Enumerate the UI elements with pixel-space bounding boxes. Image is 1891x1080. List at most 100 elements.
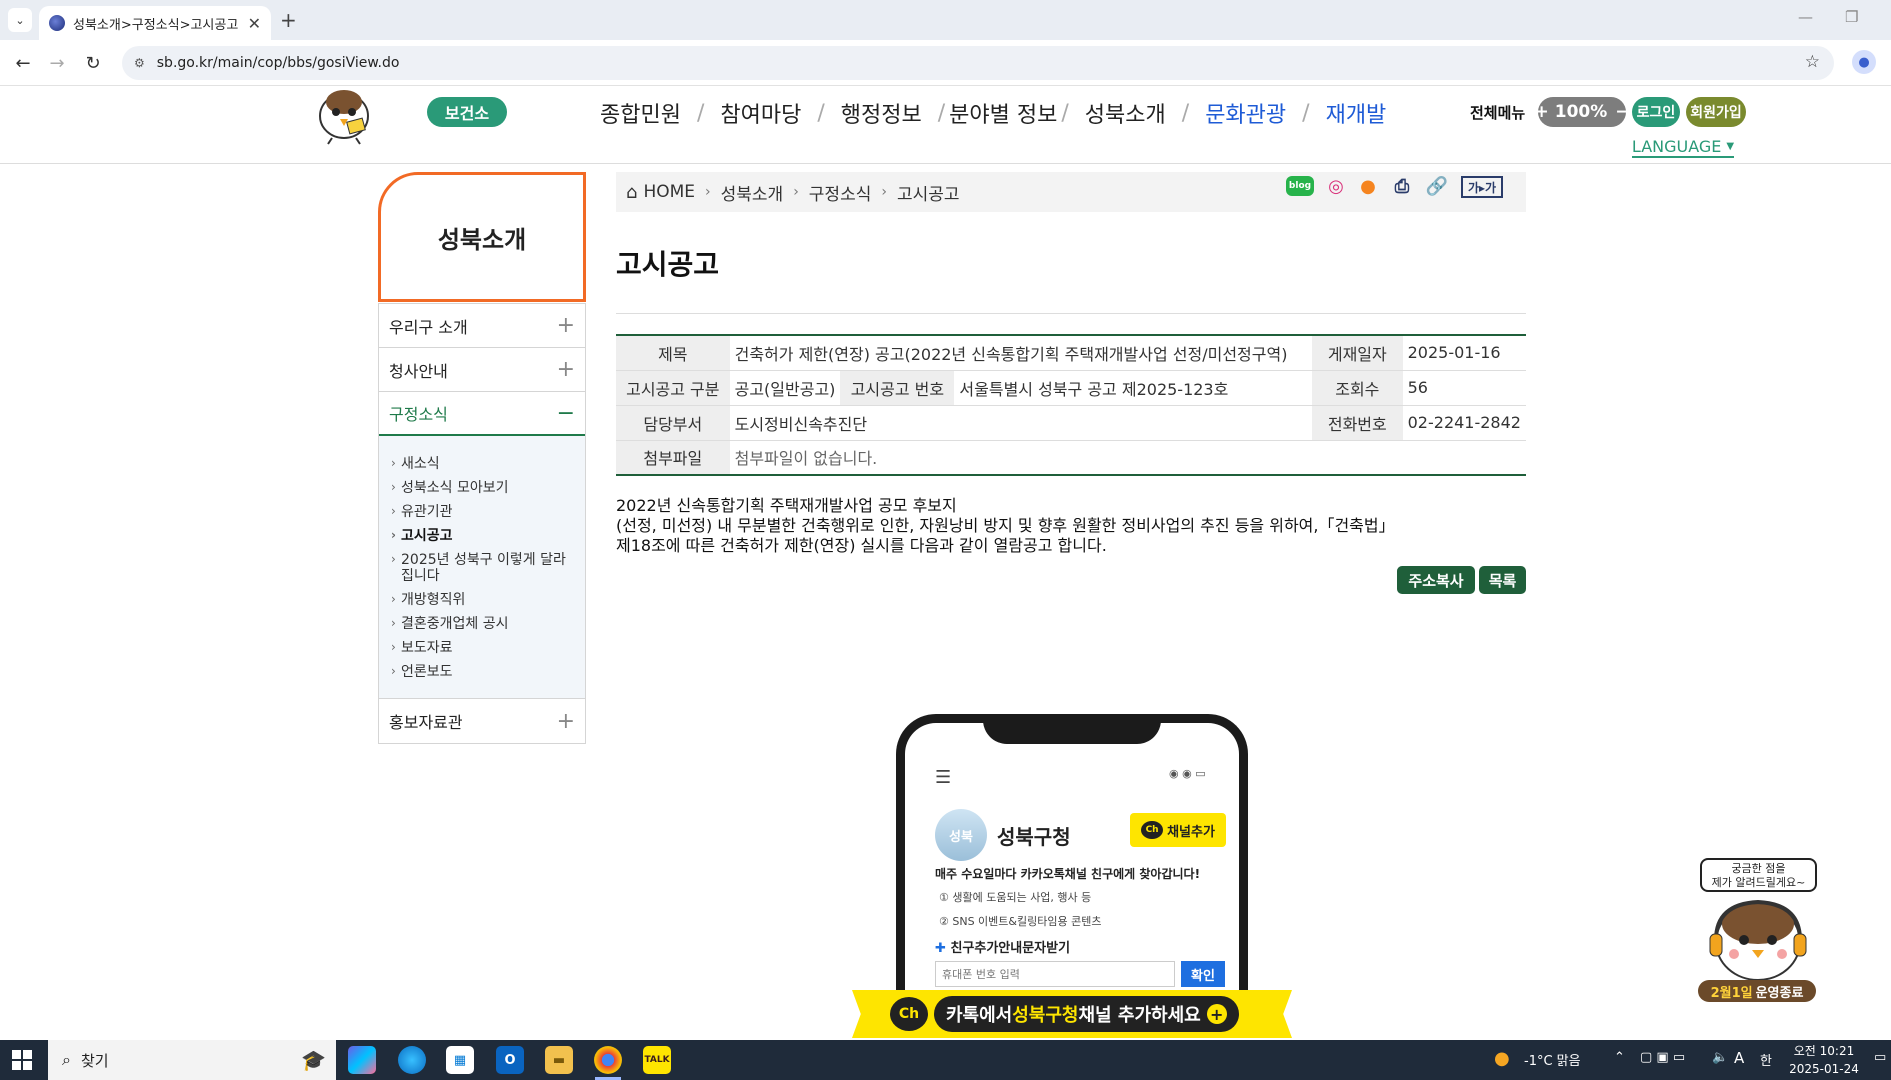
restore-icon[interactable]: ❐ (1845, 8, 1858, 26)
url-input[interactable]: ⚙ sb.go.kr/main/cop/bbs/gosiView.do ☆ (122, 46, 1834, 80)
nav-separator: / (1302, 100, 1310, 126)
taskbar-clock[interactable]: 오전 10:21 2025-01-24 (1788, 1042, 1860, 1078)
expand-icon: + (556, 357, 575, 382)
new-tab-icon[interactable]: + (280, 8, 297, 32)
font-size-button[interactable]: 가▸가 (1461, 176, 1503, 198)
clock-time: 오전 10:21 (1793, 1044, 1855, 1058)
channel-avatar: 성북 (935, 809, 987, 861)
submenu-item[interactable]: 유관기관 (379, 500, 585, 524)
confirm-button[interactable]: 확인 (1181, 961, 1225, 987)
zoom-out-button[interactable]: − (1615, 102, 1629, 122)
browser-tab[interactable]: 성북소개>구정소식>고시공고 ✕ (39, 6, 271, 40)
chatbot-bubble-line: 궁금한 점을 (1731, 862, 1786, 875)
outlook-icon[interactable]: O (496, 1046, 524, 1074)
promo-heading-label: 친구추가안내문자받기 (950, 941, 1071, 956)
phone-number-input[interactable]: 휴대폰 번호 입력 (935, 961, 1175, 987)
back-icon[interactable]: ← (10, 50, 36, 76)
forward-icon[interactable]: → (44, 50, 70, 76)
nav-item-intro[interactable]: 성북소개 (1085, 97, 1166, 129)
chatbot-end-date: 2월1일 (1710, 985, 1753, 1001)
mascot-logo-icon[interactable] (312, 86, 376, 146)
link-icon[interactable]: 🔗 (1424, 174, 1450, 198)
tray-chevron-up-icon[interactable]: ⌃ (1614, 1050, 1625, 1065)
notice-views-value: 56 (1402, 370, 1526, 406)
copy-address-button[interactable]: 주소복사 (1397, 566, 1475, 594)
weather-text[interactable]: -1°C 맑음 (1524, 1050, 1581, 1069)
ime-hangul-icon[interactable]: 한 (1760, 1050, 1772, 1069)
print-icon[interactable]: ⎙ (1388, 174, 1416, 198)
body-line: 제18조에 따른 건축허가 제한(연장) 실시를 다음과 같이 열람공고 합니다… (616, 536, 1107, 555)
sidebar-item-news[interactable]: 구정소식 − (379, 392, 585, 436)
kakao-channel-banner[interactable]: Ch 카톡에서 성북구청 채널 추가하세요 + (852, 990, 1292, 1038)
notice-title-value: 건축허가 제한(연장) 공고(2022년 신속통합기획 주택재개발사업 선정/미… (729, 335, 1312, 371)
all-menu-button[interactable]: 전체메뉴 (1470, 97, 1525, 127)
sidebar-item-office[interactable]: 청사안내 + (379, 348, 585, 392)
ime-mode[interactable]: A (1734, 1049, 1744, 1067)
nav-item-fields[interactable]: 분야별 정보 (949, 97, 1057, 129)
kakaotalk-icon[interactable]: TALK (643, 1046, 671, 1074)
sidebar-submenu: 새소식 성북소식 모아보기 유관기관 고시공고 2025년 성북구 이렇게 달라… (379, 436, 585, 699)
join-button[interactable]: 회원가입 (1686, 97, 1746, 127)
file-explorer-icon[interactable]: ▬ (545, 1046, 573, 1074)
chatbot-mascot-icon[interactable] (1704, 894, 1812, 984)
site-info-icon[interactable]: ⚙ (134, 56, 145, 70)
taskbar-search[interactable]: ⌕ 찾기 🎓 (48, 1040, 336, 1080)
sidebar-item-about[interactable]: 우리구 소개 + (379, 304, 585, 348)
address-bar: ← → ↻ ⚙ sb.go.kr/main/cop/bbs/gosiView.d… (0, 40, 1891, 86)
submenu-item-current[interactable]: 고시공고 (379, 524, 585, 548)
nav-item-redevelopment[interactable]: 재개발 (1326, 97, 1387, 129)
home-icon: ⌂ (626, 181, 638, 203)
zoom-in-button[interactable]: + (1534, 102, 1548, 122)
nav-item-admin[interactable]: 행정정보 (841, 97, 922, 129)
language-select[interactable]: LANGUAGE ▼ (1632, 136, 1734, 158)
lnb-title: 성북소개 (378, 172, 586, 302)
sidebar-item-pr[interactable]: 홍보자료관 + (379, 699, 585, 743)
breadcrumb-item[interactable]: 성북소개 (721, 180, 784, 205)
add-channel-button[interactable]: Ch 채널추가 (1130, 813, 1226, 847)
reload-icon[interactable]: ↻ (80, 50, 106, 76)
tab-search-icon[interactable]: ⌄ (8, 8, 32, 32)
breadcrumb-home[interactable]: HOME (643, 182, 695, 202)
language-label: LANGUAGE (1631, 136, 1722, 156)
nav-item-culture[interactable]: 문화관광 (1205, 97, 1286, 129)
instagram-icon[interactable]: ◎ (1324, 174, 1348, 198)
submenu-item[interactable]: 보도자료 (379, 636, 585, 660)
nav-item-participation[interactable]: 참여마당 (720, 97, 801, 129)
minimize-icon[interactable]: — (1798, 8, 1813, 26)
bookmark-star-icon[interactable]: ☆ (1805, 52, 1820, 72)
tray-apps-icon[interactable]: ▢ ▣ ▭ (1640, 1050, 1685, 1065)
speaker-icon[interactable]: 🔈 (1712, 1050, 1728, 1065)
list-button[interactable]: 목록 (1479, 566, 1526, 594)
copilot-icon[interactable] (348, 1046, 376, 1074)
submenu-item[interactable]: 2025년 성북구 이렇게 달라집니다 (379, 548, 585, 588)
body-line: 2022년 신속통합기획 주택재개발사업 공모 후보지 (616, 496, 957, 515)
store-icon[interactable]: ▦ (446, 1046, 474, 1074)
hamburger-icon: ☰ (935, 767, 952, 788)
edge-icon[interactable] (398, 1046, 426, 1074)
submenu-item[interactable]: 언론보도 (379, 660, 585, 684)
chatbot-bubble[interactable]: 궁금한 점을 제가 알려드릴게요~ (1700, 858, 1817, 892)
chatbot-end-notice: 2월1일 운영종료 (1698, 980, 1816, 1002)
submenu-item[interactable]: 개방형직위 (379, 588, 585, 612)
notification-icon[interactable]: ▭ (1874, 1050, 1886, 1065)
profile-icon[interactable]: ● (1852, 50, 1876, 74)
windows-start-icon[interactable] (12, 1050, 32, 1070)
close-icon[interactable]: ✕ (248, 14, 261, 33)
breadcrumb-item[interactable]: 구정소식 (809, 180, 872, 205)
nav-item-civil[interactable]: 종합민원 (600, 97, 681, 129)
submenu-item[interactable]: 새소식 (379, 452, 585, 476)
carrot-icon[interactable]: ● (1356, 174, 1380, 198)
table-header-number: 고시공고 번호 (840, 370, 955, 406)
submenu-item[interactable]: 결혼중개업체 공시 (379, 612, 585, 636)
table-row: 제목 건축허가 제한(연장) 공고(2022년 신속통합기획 주택재개발사업 선… (616, 335, 1526, 371)
submenu-item[interactable]: 성북소식 모아보기 (379, 476, 585, 500)
breadcrumb-item[interactable]: 고시공고 (897, 180, 960, 205)
sidebar-item-label: 우리구 소개 (389, 317, 468, 337)
plus-circle-icon: + (1206, 1004, 1227, 1024)
blog-icon[interactable]: blog (1286, 176, 1314, 196)
chevron-right-icon: › (881, 184, 887, 200)
chrome-icon[interactable] (594, 1046, 622, 1074)
health-center-button[interactable]: 보건소 (427, 97, 507, 127)
login-button[interactable]: 로그인 (1632, 97, 1680, 127)
table-row: 고시공고 구분 공고(일반공고) 고시공고 번호 서울특별시 성북구 공고 제2… (616, 370, 1526, 406)
